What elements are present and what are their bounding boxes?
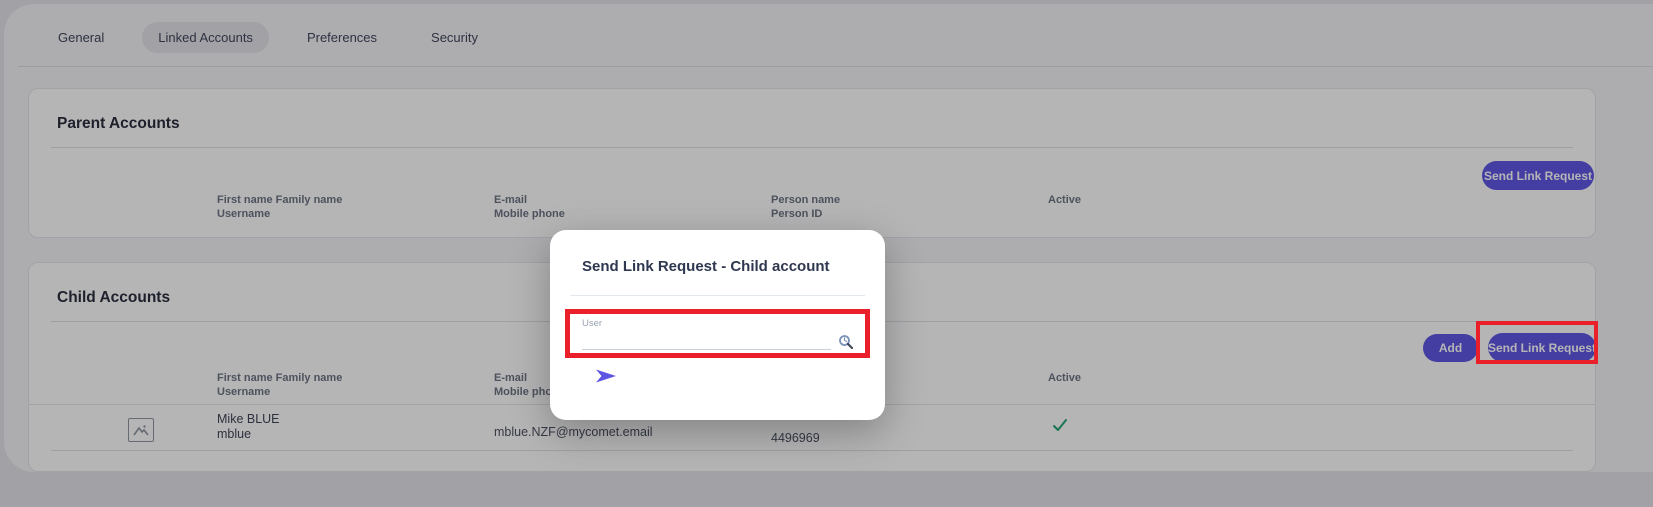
user-field-label: User [582, 318, 602, 329]
user-input[interactable] [582, 332, 831, 350]
send-link-request-dialog: Send Link Request - Child account User [550, 230, 885, 420]
dialog-title: Send Link Request - Child account [582, 258, 830, 275]
search-user-icon[interactable] [838, 334, 853, 349]
dialog-title-divider [570, 295, 865, 296]
user-field-annotation-box: User [565, 309, 870, 358]
send-paper-plane-icon[interactable] [595, 366, 617, 386]
